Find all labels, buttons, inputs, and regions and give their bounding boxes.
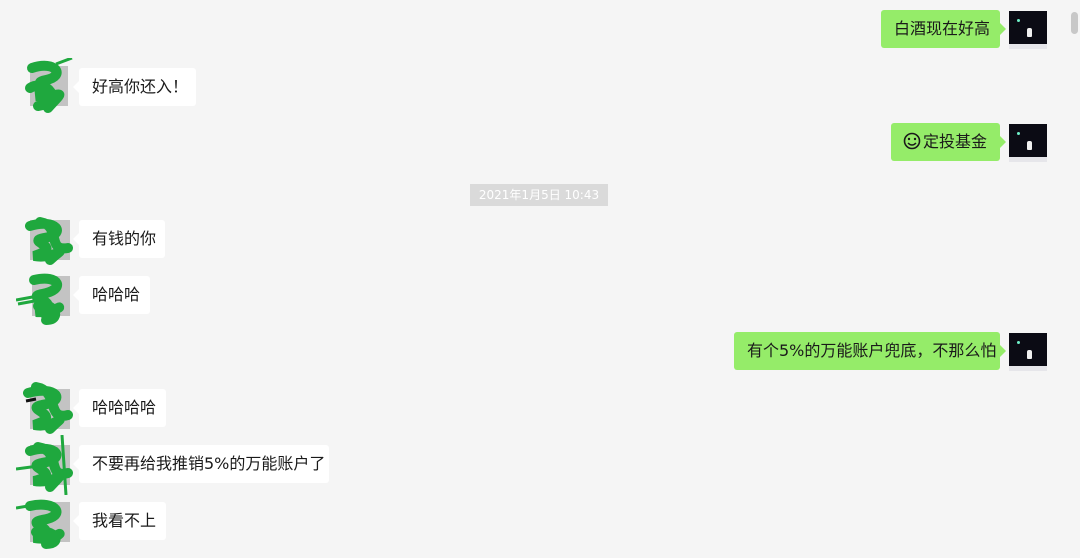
contact-avatar-redacted[interactable] [16,498,74,558]
avatar-ground [1009,44,1047,49]
message-row-incoming: 哈哈哈哈 [0,382,1080,434]
avatar-ground [1009,366,1047,371]
chat-message-list: 白酒现在好高 好高你还入！ 定投基金 2021年1月5日 10:43 有钱的你 … [0,0,1080,549]
message-row-outgoing: 定投基金 [0,123,1080,163]
message-bubble-incoming[interactable]: 哈哈哈哈 [73,389,166,427]
message-row-outgoing: 白酒现在好高 [0,10,1080,50]
avatar-star [1017,132,1020,135]
message-bubble-incoming[interactable]: 哈哈哈 [73,276,150,314]
message-text: 定投基金 [923,132,988,151]
contact-avatar-redacted[interactable] [16,270,74,330]
message-bubble-incoming[interactable]: 好高你还入！ [73,68,196,106]
avatar-ground [1009,157,1047,162]
contact-avatar-redacted[interactable] [16,381,74,441]
message-bubble-incoming[interactable]: 有钱的你 [73,220,165,258]
avatar-figure [1027,28,1032,37]
my-avatar[interactable] [1009,333,1047,371]
message-bubble-outgoing[interactable]: 有个5%的万能账户兜底，不那么怕 [734,332,1006,370]
message-bubble-incoming[interactable]: 我看不上 [73,502,166,540]
contact-avatar-redacted[interactable] [16,435,74,495]
message-row-incoming: 有钱的你 [0,217,1080,265]
my-avatar[interactable] [1009,124,1047,162]
smiley-emoji-icon [903,132,921,150]
avatar-figure [1027,350,1032,359]
scrollbar-thumb[interactable] [1071,12,1078,34]
message-row-incoming: 哈哈哈 [0,273,1080,325]
message-bubble-outgoing[interactable]: 白酒现在好高 [881,10,1006,48]
message-bubble-incoming[interactable]: 不要再给我推销5%的万能账户了 [73,445,329,483]
message-row-incoming: 不要再给我推销5%的万能账户了 [0,435,1080,495]
my-avatar[interactable] [1009,11,1047,49]
contact-avatar-redacted[interactable] [16,58,74,118]
message-row-incoming: 我看不上 [0,499,1080,549]
message-row-outgoing: 有个5%的万能账户兜底，不那么怕 [0,332,1080,372]
avatar-figure [1027,141,1032,150]
avatar-star [1017,19,1020,22]
message-bubble-outgoing[interactable]: 定投基金 [891,123,1006,161]
contact-avatar-redacted[interactable] [16,212,74,272]
message-row-incoming: 好高你还入！ [0,58,1080,113]
avatar-star [1017,341,1020,344]
message-timestamp: 2021年1月5日 10:43 [470,184,608,206]
